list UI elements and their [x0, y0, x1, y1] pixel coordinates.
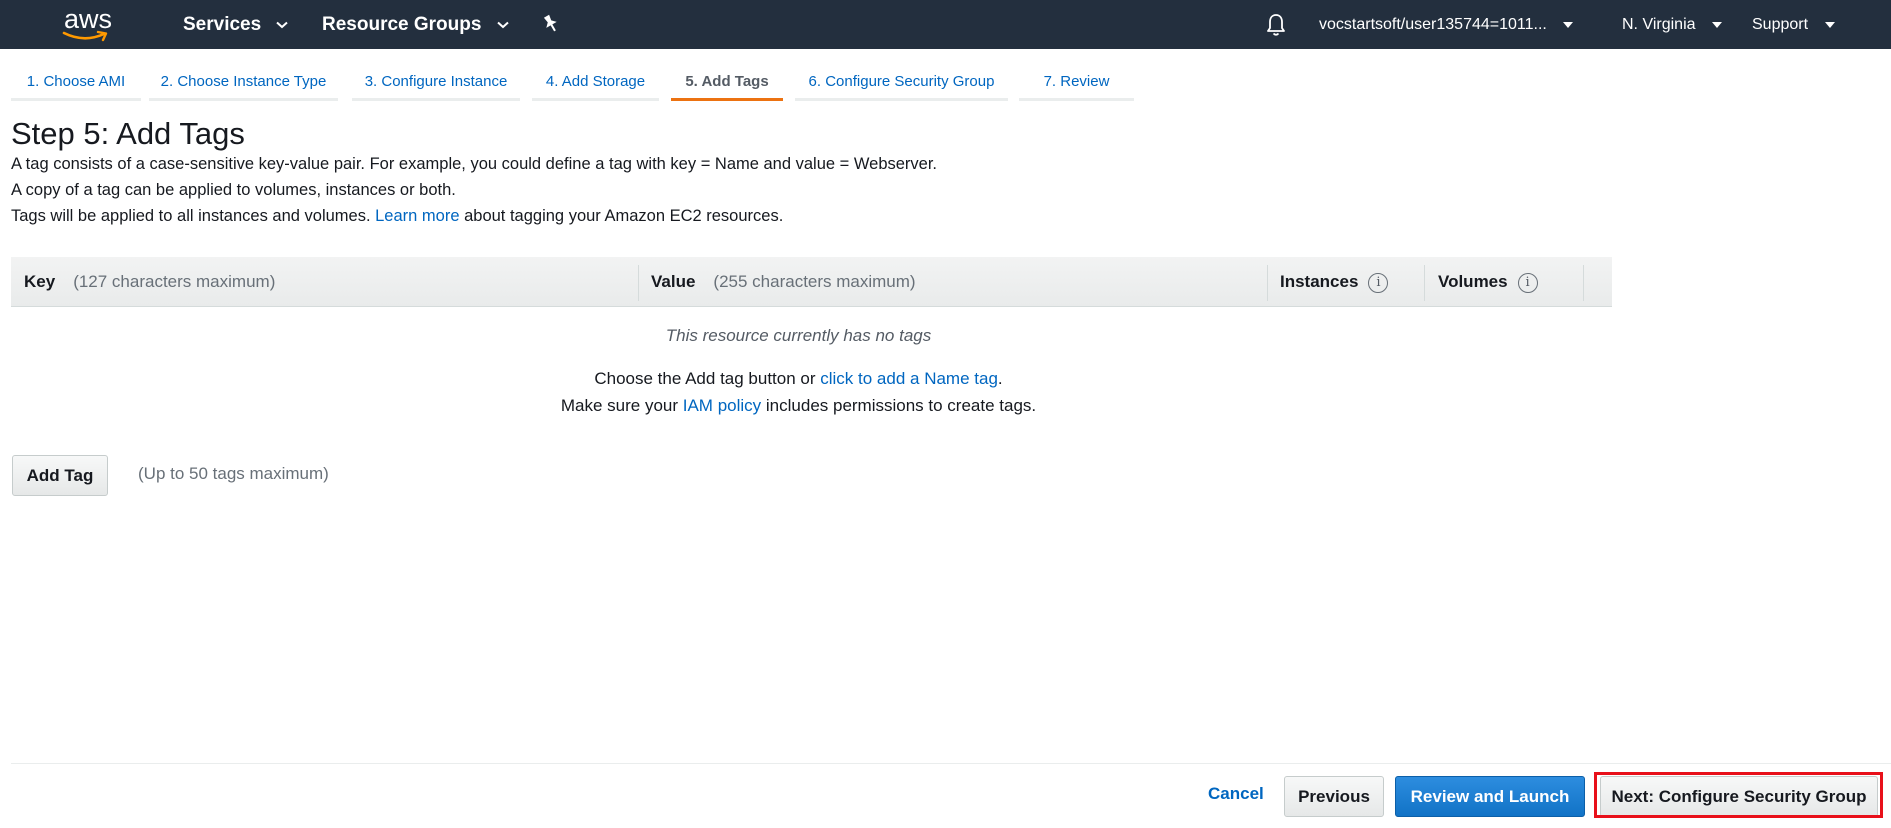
iam-help-text-end: includes permissions to create tags.	[761, 396, 1037, 415]
add-name-tag-link[interactable]: click to add a Name tag	[820, 369, 998, 388]
add-tag-help-text: Choose the Add tag button or	[594, 369, 821, 388]
region-label: N. Virginia	[1622, 16, 1696, 33]
support-menu[interactable]: Support	[1752, 0, 1835, 49]
info-icon[interactable]: i	[1517, 272, 1538, 293]
volumes-header-label: Volumes	[1438, 272, 1508, 291]
account-label: vocstartsoft/user135744=1011...	[1319, 16, 1547, 33]
pin-icon[interactable]	[542, 13, 560, 35]
column-divider	[1267, 265, 1268, 301]
tab-add-storage[interactable]: 4. Add Storage	[532, 49, 659, 101]
services-menu[interactable]: Services	[183, 0, 289, 49]
tab-add-tags[interactable]: 5. Add Tags	[671, 49, 783, 101]
notifications-bell-icon[interactable]	[1266, 13, 1286, 37]
instances-header-label: Instances	[1280, 272, 1359, 291]
account-menu[interactable]: vocstartsoft/user135744=1011...	[1319, 0, 1574, 49]
key-header-label: Key	[24, 272, 56, 291]
column-divider	[638, 265, 639, 301]
value-hint: (255 characters maximum)	[713, 272, 916, 291]
tags-table-header: Key (127 characters maximum) Value (255 ch…	[11, 257, 1612, 307]
services-label: Services	[183, 14, 262, 35]
add-tag-limit-note: (Up to 50 tags maximum)	[138, 464, 329, 483]
review-and-launch-button[interactable]: Review and Launch	[1395, 776, 1585, 817]
caret-down-icon	[1563, 21, 1574, 28]
intro-line-1: A tag consists of a case-sensitive key-v…	[11, 155, 938, 173]
caret-down-icon	[1824, 21, 1835, 28]
support-label: Support	[1752, 16, 1809, 33]
volumes-column-header: Volumes i	[1438, 257, 1538, 307]
footer-divider	[11, 763, 1891, 764]
column-divider	[1424, 265, 1425, 301]
iam-policy-help: Make sure your IAM policy includes permi…	[11, 396, 1586, 416]
tab-choose-instance-type[interactable]: 2. Choose Instance Type	[149, 49, 338, 101]
page-title: Step 5: Add Tags	[11, 116, 245, 151]
intro-line-3-text: Tags will be applied to all instances an…	[11, 207, 376, 225]
chevron-down-icon	[276, 21, 289, 29]
tab-review[interactable]: 7. Review	[1019, 49, 1134, 101]
aws-logo[interactable]: aws	[60, 4, 120, 46]
tab-configure-security-group[interactable]: 6. Configure Security Group	[795, 49, 1008, 101]
previous-button[interactable]: Previous	[1284, 776, 1384, 817]
resource-groups-menu[interactable]: Resource Groups	[322, 0, 509, 49]
chevron-down-icon	[497, 21, 509, 29]
cancel-link[interactable]: Cancel	[1208, 784, 1264, 804]
tab-configure-instance[interactable]: 3. Configure Instance	[352, 49, 520, 101]
intro-line-2: A copy of a tag can be applied to volume…	[11, 181, 456, 199]
empty-tags-message: This resource currently has no tags	[665, 326, 932, 345]
add-tag-help: Choose the Add tag button or click to ad…	[11, 369, 1586, 389]
top-navigation-bar: aws Services Resource Groups vocstartsof…	[0, 0, 1891, 49]
intro-line-3: Tags will be applied to all instances an…	[11, 207, 783, 226]
tab-choose-ami[interactable]: 1. Choose AMI	[11, 49, 141, 101]
add-tag-button[interactable]: Add Tag	[12, 455, 108, 496]
value-header-label: Value	[651, 272, 696, 291]
add-tag-help-end: .	[997, 369, 1003, 388]
region-menu[interactable]: N. Virginia	[1622, 0, 1722, 49]
key-hint: (127 characters maximum)	[73, 272, 276, 291]
wizard-steps: 1. Choose AMI 2. Choose Instance Type 3.…	[0, 49, 1891, 101]
aws-smile-icon	[62, 30, 108, 42]
caret-down-icon	[1711, 21, 1722, 28]
info-icon[interactable]: i	[1368, 272, 1389, 293]
value-column-header: Value (255 characters maximum)	[651, 257, 916, 307]
column-divider	[1583, 265, 1584, 301]
iam-policy-link[interactable]: IAM policy	[683, 396, 761, 415]
intro-line-3-text-end: about tagging your Amazon EC2 resources.	[459, 207, 784, 225]
key-column-header: Key (127 characters maximum)	[24, 257, 275, 307]
resource-groups-label: Resource Groups	[322, 14, 482, 35]
highlight-box	[1594, 772, 1883, 818]
iam-help-text: Make sure your	[560, 396, 683, 415]
learn-more-link[interactable]: Learn more	[375, 207, 459, 225]
instances-column-header: Instances i	[1280, 257, 1389, 307]
